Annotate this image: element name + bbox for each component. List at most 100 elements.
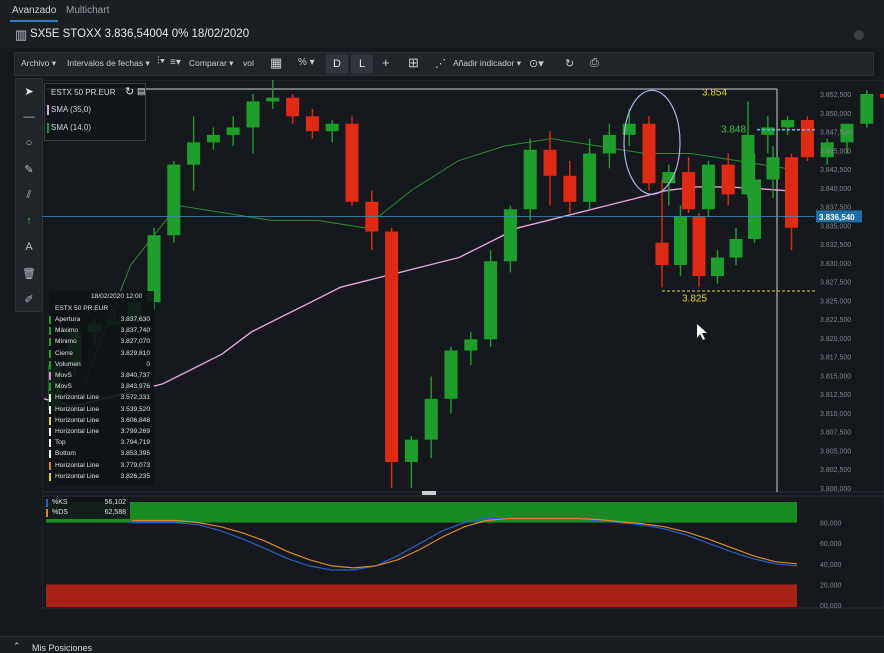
indicator-panel-icon[interactable]: ⊞ (408, 55, 419, 71)
data-row-label: Horizontal Line (55, 394, 99, 401)
stochastic-axis-tick: 20,000 (820, 582, 842, 589)
data-row-value: 3.606,848 (121, 417, 150, 424)
candle-body (674, 217, 687, 265)
tab-bar: Avanzado Multichart (0, 0, 884, 23)
candle-body (445, 350, 458, 398)
candle-body (464, 339, 477, 350)
candle-body (761, 127, 774, 134)
ks-color-swatch (46, 499, 48, 507)
grid-icon[interactable]: ▦ (270, 55, 282, 71)
data-row-label: Máximo (55, 327, 78, 334)
pencil-icon[interactable]: ✎ (16, 163, 42, 176)
price-axis-tick: 3.822,500 (820, 317, 851, 324)
price-axis-tick: 3.850,000 (820, 111, 851, 118)
compare-label: Comparar (189, 58, 227, 68)
archivo-menu[interactable]: Archivo ▾ (21, 58, 56, 69)
ks-value: 56,102 (105, 499, 126, 506)
sma14-color-swatch (47, 123, 49, 133)
tab-multichart[interactable]: Multichart (66, 5, 109, 16)
annotation-3825: 3.825 (682, 293, 707, 304)
data-row-color-swatch (49, 327, 51, 335)
up-arrow-icon[interactable]: ↑ (16, 215, 42, 227)
candle-body (583, 153, 596, 201)
stochastic-panel: 80,00060,00040,00020,00000,000 (42, 491, 884, 610)
candle-body (167, 165, 180, 236)
refresh-icon[interactable]: ↻ (565, 57, 574, 70)
add-indicator-menu[interactable]: Añadir indicador ▾ (453, 58, 521, 69)
panel-resize-handle (422, 491, 436, 495)
candle-body (682, 172, 695, 209)
price-axis-tick: 3.820,000 (820, 336, 851, 343)
candle-body (880, 94, 884, 98)
data-row-color-swatch (49, 428, 51, 436)
price-axis-tick: 3.827,500 (820, 280, 851, 287)
tab-avanzado[interactable]: Avanzado (12, 5, 56, 16)
data-row-value: 3.837,740 (121, 327, 150, 334)
volume-toggle[interactable]: vol (243, 58, 254, 68)
data-row-color-swatch (49, 394, 51, 402)
price-axis-tick: 3.807,500 (820, 430, 851, 437)
data-row-label: Horizontal Line (55, 473, 99, 480)
annotation-3854: 3.854 (702, 88, 727, 99)
trash-icon[interactable]: 🗑 (16, 267, 42, 280)
data-row-color-swatch (49, 439, 51, 447)
candle-type-icon[interactable]: ⫶▾ (157, 55, 165, 68)
ds-line (132, 519, 797, 568)
data-row-value: 3.853,395 (121, 450, 150, 457)
crosshair-icon[interactable]: + (382, 55, 390, 70)
candle-body (385, 232, 398, 462)
positions-label: Mis Posiciones (32, 643, 92, 653)
data-row-color-swatch (49, 450, 51, 458)
candle-body (346, 124, 359, 202)
positions-bar[interactable]: ⌃ Mis Posiciones (0, 636, 884, 651)
candle-body (748, 179, 761, 238)
legend-sma14: SMA (14,0) (51, 123, 91, 132)
data-row-value: 3.840,737 (121, 372, 150, 379)
candle-body (860, 94, 873, 124)
price-chart[interactable]: 3.836,5403.8543.8483.825 3.852,5003.850,… (42, 80, 884, 610)
horizontal-line-icon[interactable]: — (16, 111, 42, 123)
zoom-icon[interactable]: ⊙▾ (529, 57, 544, 70)
line-type-icon[interactable]: ≡▾ (170, 57, 181, 68)
eraser-icon[interactable]: ✐ (16, 293, 42, 306)
data-row-label: Cierre (55, 350, 73, 357)
data-row-label: MovS (55, 383, 72, 390)
price-axis-tick: 3.835,000 (820, 223, 851, 230)
compare-menu[interactable]: Comparar ▾ (189, 58, 233, 69)
data-row-label: Top (55, 439, 66, 446)
data-row-label: Horizontal Line (55, 406, 99, 413)
cursor-icon[interactable]: ➤ (16, 85, 42, 98)
candle-body (662, 172, 675, 183)
linear-scale-l-button[interactable]: L (351, 54, 373, 74)
percent-menu[interactable]: % ▾ (298, 57, 315, 68)
add-indicator-icon[interactable]: ⋰ (435, 57, 446, 70)
price-axis-tick: 3.847,500 (820, 130, 851, 137)
circle-icon[interactable]: ○ (16, 137, 42, 149)
text-tool-icon[interactable]: A (16, 241, 42, 253)
chart-legend: ESTX 50 PR.EUR ↻ ▤ SMA (35,0) SMA (14,0) (44, 83, 146, 141)
calendar-icon[interactable]: ▤ (137, 86, 146, 97)
data-panel-date: 18/02/2020 12:00 (91, 293, 142, 300)
price-axis-tick: 3.852,500 (820, 92, 851, 99)
data-row-color-swatch (49, 372, 51, 380)
chart-toolbar: Archivo ▾ Intervalos de fechas ▾ ⫶▾ ≡▾ C… (14, 52, 874, 76)
print-icon[interactable]: ⎙ (590, 57, 599, 70)
data-row-value: 3.843,976 (121, 383, 150, 390)
candle-body (306, 116, 319, 131)
candle-body (711, 258, 724, 277)
crosshair-data-panel: 18/02/2020 12:00ESTX 50 PR.EURApertura3.… (49, 291, 154, 485)
data-row-value: 0 (146, 361, 150, 368)
data-row-value: 3.794,719 (121, 439, 150, 446)
date-range-menu[interactable]: Intervalos de fechas ▾ (67, 58, 150, 69)
collapse-chevron-icon[interactable]: ⌃ (13, 641, 21, 652)
ds-color-swatch (46, 509, 48, 517)
data-row-label: MovS (55, 372, 72, 379)
candle-body (781, 120, 794, 127)
reload-icon[interactable]: ↻ (125, 85, 134, 98)
price-axis-tick: 3.802,500 (820, 467, 851, 474)
candle-body (563, 176, 576, 202)
log-scale-d-button[interactable]: D (326, 54, 348, 74)
candle-body (227, 127, 240, 134)
fibonacci-icon[interactable]: ⫽ (16, 189, 42, 202)
data-row-color-swatch (49, 338, 51, 346)
